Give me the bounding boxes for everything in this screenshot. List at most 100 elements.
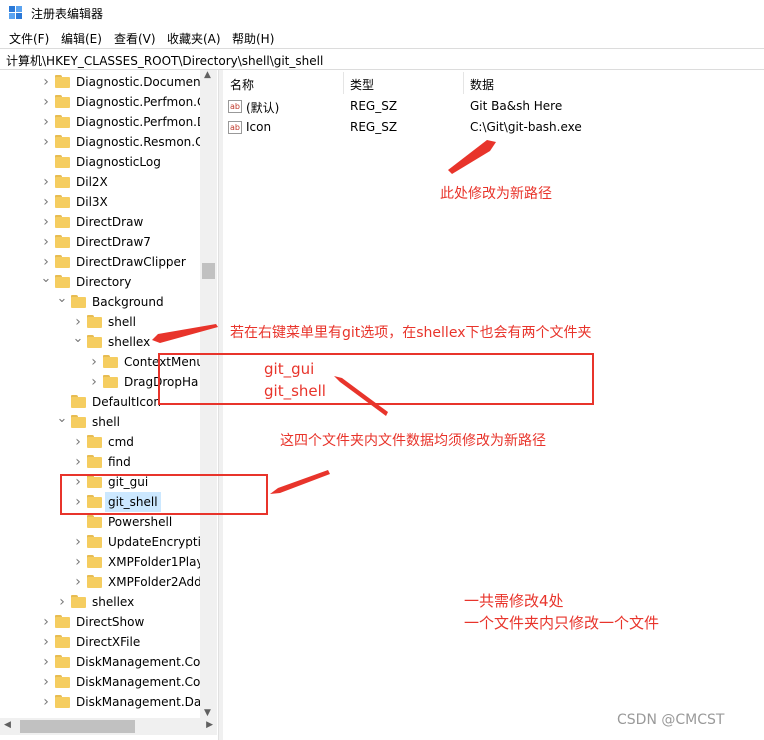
- chevron-right-icon[interactable]: ›: [39, 212, 53, 232]
- chevron-right-icon[interactable]: ›: [71, 552, 85, 572]
- chevron-right-icon[interactable]: ›: [39, 692, 53, 712]
- folder-icon: [87, 435, 102, 448]
- value-row[interactable]: ab (默认) REG_SZ Git Ba&sh Here: [222, 97, 764, 117]
- value-list: 名称 类型 数据 ab (默认) REG_SZ Git Ba&sh Here a…: [222, 70, 764, 740]
- tree-item[interactable]: › DirectDrawClipper: [0, 252, 217, 272]
- scroll-up-icon[interactable]: ▲: [204, 70, 211, 80]
- chevron-right-icon[interactable]: ›: [71, 452, 85, 472]
- chevron-right-icon[interactable]: ›: [39, 252, 53, 272]
- menu-view[interactable]: 查看(V): [114, 30, 156, 47]
- tree-item[interactable]: › Dil2X: [0, 172, 217, 192]
- value-type: REG_SZ: [350, 120, 398, 134]
- tree-item[interactable]: › Diagnostic.Document: [0, 72, 217, 92]
- tree-item[interactable]: › XMPFolder2Add: [0, 572, 217, 592]
- tree-item-label: DirectDraw: [76, 215, 144, 229]
- folder-icon: [55, 635, 70, 648]
- scroll-right-icon[interactable]: ▶: [206, 720, 213, 730]
- tree-item-label: find: [108, 455, 131, 469]
- tree-item-label: shellex: [92, 595, 135, 609]
- chevron-right-icon[interactable]: ›: [39, 92, 53, 112]
- chevron-right-icon[interactable]: ›: [71, 432, 85, 452]
- column-header-data[interactable]: 数据: [470, 76, 494, 93]
- column-header-name[interactable]: 名称: [230, 76, 254, 93]
- folder-icon: [87, 535, 102, 548]
- tree-item[interactable]: › shellex: [0, 592, 217, 612]
- tree-item-label: shellex: [108, 335, 151, 349]
- address-path[interactable]: 计算机\HKEY_CLASSES_ROOT\Directory\shell\gi…: [6, 52, 323, 69]
- tree-item[interactable]: › find: [0, 452, 217, 472]
- tree-item[interactable]: ⌄ shellex: [0, 332, 217, 352]
- tree-item[interactable]: › Diagnostic.Perfmon.C: [0, 92, 217, 112]
- tree-item-label: Diagnostic.Document: [76, 75, 206, 89]
- tree-item[interactable]: › DirectDraw: [0, 212, 217, 232]
- tree-item-label: Diagnostic.Perfmon.C: [76, 95, 206, 109]
- chevron-right-icon[interactable]: ›: [39, 612, 53, 632]
- chevron-right-icon[interactable]: ›: [39, 72, 53, 92]
- chevron-right-icon[interactable]: ›: [39, 172, 53, 192]
- tree-item[interactable]: › DiskManagement.Cor: [0, 652, 217, 672]
- tree-item[interactable]: › DirectDraw7: [0, 232, 217, 252]
- folder-icon: [55, 75, 70, 88]
- tree-item-label: shell: [108, 315, 136, 329]
- column-divider[interactable]: [463, 72, 464, 94]
- tree-item[interactable]: DiagnosticLog: [0, 152, 217, 172]
- chevron-right-icon[interactable]: ›: [39, 132, 53, 152]
- address-bar[interactable]: 计算机\HKEY_CLASSES_ROOT\Directory\shell\gi…: [0, 48, 764, 70]
- tree-item[interactable]: ⌄ Background: [0, 292, 217, 312]
- chevron-right-icon[interactable]: ›: [71, 312, 85, 332]
- menu-edit[interactable]: 编辑(E): [61, 30, 102, 47]
- value-data: Git Ba&sh Here: [470, 99, 563, 113]
- folder-icon: [55, 255, 70, 268]
- tree-item[interactable]: › Dil3X: [0, 192, 217, 212]
- tree-item[interactable]: › DiskManagement.Dat: [0, 692, 217, 712]
- column-header-type[interactable]: 类型: [350, 76, 374, 93]
- chevron-down-icon[interactable]: ⌄: [55, 412, 69, 432]
- chevron-right-icon[interactable]: ›: [39, 652, 53, 672]
- chevron-right-icon[interactable]: ›: [87, 372, 101, 392]
- chevron-right-icon[interactable]: ›: [71, 572, 85, 592]
- chevron-right-icon[interactable]: ›: [87, 352, 101, 372]
- folder-icon: [55, 695, 70, 708]
- scroll-thumb[interactable]: [202, 263, 215, 279]
- chevron-down-icon[interactable]: ⌄: [55, 292, 69, 312]
- tree-item[interactable]: › shell: [0, 312, 217, 332]
- tree-item[interactable]: › DiskManagement.Cor: [0, 672, 217, 692]
- tree-item[interactable]: › DirectXFile: [0, 632, 217, 652]
- tree-item[interactable]: ⌄ shell: [0, 412, 217, 432]
- tree-item[interactable]: › Diagnostic.Perfmon.D: [0, 112, 217, 132]
- tree-item[interactable]: › DirectShow: [0, 612, 217, 632]
- chevron-right-icon[interactable]: ›: [39, 232, 53, 252]
- key-tree[interactable]: › Diagnostic.Document › Diagnostic.Perfmon.…: [0, 70, 217, 740]
- scroll-left-icon[interactable]: ◀: [4, 720, 11, 730]
- tree-item[interactable]: › Diagnostic.Resmon.C: [0, 132, 217, 152]
- tree-item[interactable]: Powershell: [0, 512, 217, 532]
- folder-icon: [55, 135, 70, 148]
- column-divider[interactable]: [343, 72, 344, 94]
- hscroll-thumb[interactable]: [20, 720, 135, 733]
- menu-help[interactable]: 帮助(H): [232, 30, 274, 47]
- tree-horizontal-scrollbar[interactable]: ◀ ▶: [0, 718, 217, 735]
- tree-item[interactable]: › cmd: [0, 432, 217, 452]
- folder-icon: [103, 355, 118, 368]
- chevron-right-icon[interactable]: ›: [39, 112, 53, 132]
- chevron-right-icon[interactable]: ›: [39, 632, 53, 652]
- tree-item[interactable]: › UpdateEncryptic: [0, 532, 217, 552]
- tree-item-label: Diagnostic.Perfmon.D: [76, 115, 207, 129]
- chevron-down-icon[interactable]: ⌄: [39, 272, 53, 292]
- chevron-right-icon[interactable]: ›: [39, 672, 53, 692]
- chevron-right-icon[interactable]: ›: [55, 592, 69, 612]
- value-row[interactable]: ab Icon REG_SZ C:\Git\git-bash.exe: [222, 118, 764, 138]
- regedit-icon: [9, 6, 22, 19]
- folder-icon: [55, 95, 70, 108]
- chevron-down-icon[interactable]: ⌄: [71, 332, 85, 352]
- folder-icon: [103, 375, 118, 388]
- tree-item[interactable]: › XMPFolder1Play: [0, 552, 217, 572]
- scroll-down-icon[interactable]: ▼: [204, 708, 211, 718]
- menu-favorites[interactable]: 收藏夹(A): [167, 30, 221, 47]
- tree-item-label: DirectDrawClipper: [76, 255, 186, 269]
- tree-item[interactable]: ⌄ Directory: [0, 272, 217, 292]
- menu-file[interactable]: 文件(F): [9, 30, 49, 47]
- annotation-summary-line2: 一个文件夹内只修改一个文件: [464, 614, 660, 632]
- chevron-right-icon[interactable]: ›: [71, 532, 85, 552]
- chevron-right-icon[interactable]: ›: [39, 192, 53, 212]
